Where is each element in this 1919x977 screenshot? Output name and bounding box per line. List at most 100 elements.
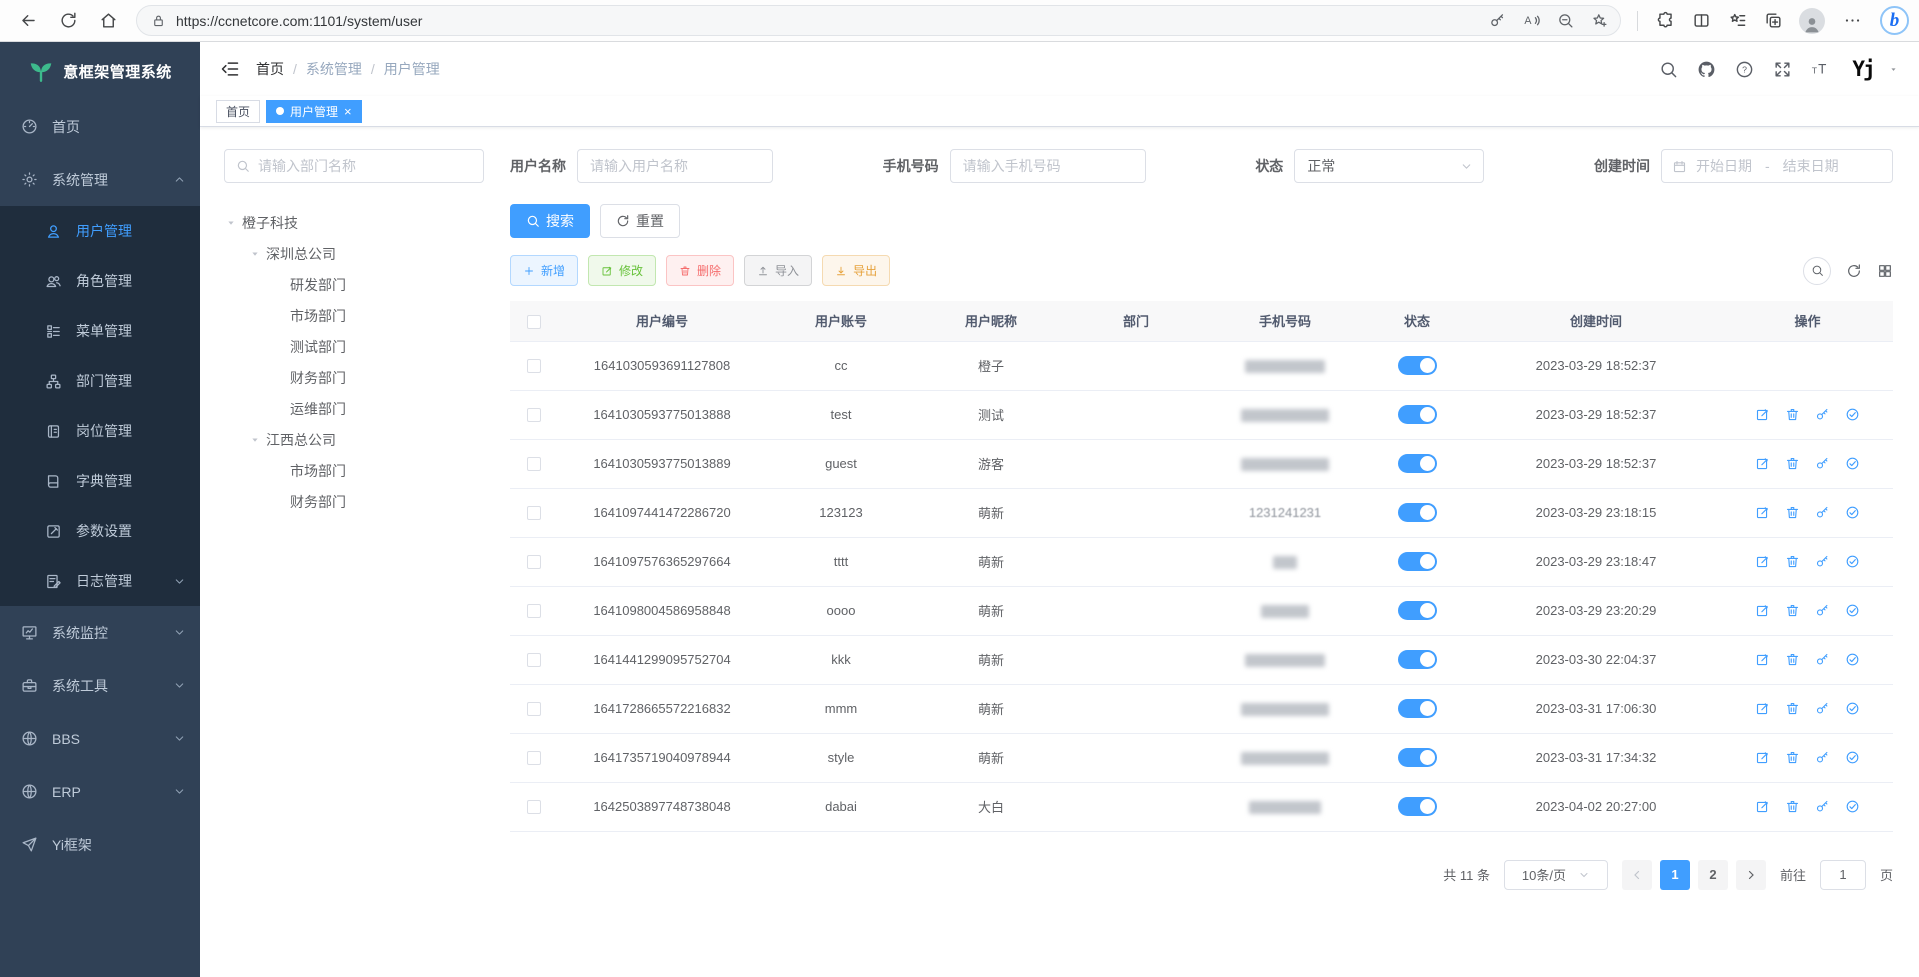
key-icon[interactable] (1815, 407, 1830, 422)
status-toggle[interactable] (1398, 356, 1437, 375)
sidebar-item-9[interactable]: 日志管理 (0, 556, 200, 606)
sidebar-item-6[interactable]: 岗位管理 (0, 406, 200, 456)
sidebar-item-4[interactable]: 菜单管理 (0, 306, 200, 356)
key-icon[interactable] (1815, 456, 1830, 471)
key-icon[interactable] (1815, 652, 1830, 667)
edit-icon[interactable] (1755, 505, 1770, 520)
tree-node-5[interactable]: 财务部门 (224, 362, 484, 393)
sidebar-fold-icon[interactable] (220, 59, 240, 79)
row-checkbox[interactable] (527, 457, 541, 471)
check-circle-icon[interactable] (1845, 701, 1860, 716)
column-header-4[interactable]: 手机号码 (1206, 301, 1364, 341)
search-icon[interactable] (1659, 60, 1678, 79)
trash-icon[interactable] (1785, 652, 1800, 667)
status-toggle[interactable] (1398, 699, 1437, 718)
breadcrumb-item-1[interactable]: 系统管理 (306, 59, 362, 79)
dept-search-input[interactable] (258, 158, 472, 174)
zoom-out-icon[interactable] (1550, 5, 1580, 37)
column-header-3[interactable]: 部门 (1066, 301, 1206, 341)
sidebar-item-12[interactable]: BBS (0, 712, 200, 765)
check-circle-icon[interactable] (1845, 603, 1860, 618)
check-circle-icon[interactable] (1845, 554, 1860, 569)
column-header-5[interactable]: 状态 (1364, 301, 1470, 341)
date-range-picker[interactable]: 开始日期 - 结束日期 (1661, 149, 1893, 183)
user-avatar[interactable]: Yj (1846, 52, 1880, 86)
status-toggle[interactable] (1398, 748, 1437, 767)
status-toggle[interactable] (1398, 405, 1437, 424)
row-checkbox[interactable] (527, 800, 541, 814)
trash-icon[interactable] (1785, 456, 1800, 471)
back-icon[interactable] (10, 5, 46, 37)
row-checkbox[interactable] (527, 604, 541, 618)
key-icon[interactable] (1815, 505, 1830, 520)
refresh-tool-icon[interactable] (1846, 263, 1862, 279)
edit-icon[interactable] (1755, 750, 1770, 765)
add-button[interactable]: 新增 (510, 255, 578, 286)
select-all-checkbox[interactable] (527, 315, 541, 329)
status-toggle[interactable] (1398, 650, 1437, 669)
sidebar-item-7[interactable]: 字典管理 (0, 456, 200, 506)
column-header-6[interactable]: 创建时间 (1470, 301, 1722, 341)
grid-tool-icon[interactable] (1877, 263, 1893, 279)
sidebar-item-10[interactable]: 系统监控 (0, 606, 200, 659)
refresh-icon[interactable] (50, 5, 86, 37)
split-screen-icon[interactable] (1684, 5, 1718, 37)
read-aloud-icon[interactable]: A (1516, 5, 1546, 37)
search-tool-icon[interactable] (1803, 257, 1831, 285)
column-header-2[interactable]: 用户昵称 (916, 301, 1066, 341)
bing-chat-icon[interactable]: b (1880, 6, 1909, 35)
edit-icon[interactable] (1755, 799, 1770, 814)
status-toggle[interactable] (1398, 454, 1437, 473)
key-icon[interactable] (1815, 799, 1830, 814)
key-icon[interactable] (1482, 5, 1512, 37)
favorites-list-icon[interactable] (1720, 5, 1754, 37)
reset-button[interactable]: 重置 (600, 204, 680, 238)
sidebar-item-11[interactable]: 系统工具 (0, 659, 200, 712)
extensions-icon[interactable] (1648, 5, 1682, 37)
home-icon[interactable] (90, 5, 126, 37)
trash-icon[interactable] (1785, 603, 1800, 618)
key-icon[interactable] (1815, 701, 1830, 716)
row-checkbox[interactable] (527, 751, 541, 765)
row-checkbox[interactable] (527, 555, 541, 569)
page-button-1[interactable]: 1 (1660, 860, 1690, 890)
trash-icon[interactable] (1785, 407, 1800, 422)
breadcrumb-item-0[interactable]: 首页 (256, 59, 284, 79)
status-toggle[interactable] (1398, 601, 1437, 620)
check-circle-icon[interactable] (1845, 652, 1860, 667)
row-checkbox[interactable] (527, 702, 541, 716)
edit-icon[interactable] (1755, 456, 1770, 471)
row-checkbox[interactable] (527, 408, 541, 422)
check-circle-icon[interactable] (1845, 750, 1860, 765)
tree-node-0[interactable]: 橙子科技 (224, 207, 484, 238)
close-icon[interactable]: × (344, 105, 352, 118)
key-icon[interactable] (1815, 750, 1830, 765)
font-size-icon[interactable]: TT (1811, 60, 1830, 79)
tree-node-3[interactable]: 市场部门 (224, 300, 484, 331)
status-toggle[interactable] (1398, 797, 1437, 816)
sidebar-item-2[interactable]: 用户管理 (0, 206, 200, 256)
github-icon[interactable] (1697, 60, 1716, 79)
row-checkbox[interactable] (527, 653, 541, 667)
avatar-caret-icon[interactable] (1888, 64, 1899, 75)
prev-page-button[interactable] (1622, 860, 1652, 890)
import-button[interactable]: 导入 (744, 255, 812, 286)
trash-icon[interactable] (1785, 799, 1800, 814)
browser-profile-avatar[interactable] (1799, 8, 1825, 34)
tree-node-6[interactable]: 运维部门 (224, 393, 484, 424)
tree-node-1[interactable]: 深圳总公司 (224, 238, 484, 269)
page-size-select[interactable]: 10条/页 (1504, 860, 1608, 890)
url-text[interactable]: https://ccnetcore.com:1101/system/user (176, 13, 1472, 29)
edit-icon[interactable] (1755, 407, 1770, 422)
check-circle-icon[interactable] (1845, 456, 1860, 471)
tree-node-8[interactable]: 市场部门 (224, 455, 484, 486)
status-toggle[interactable] (1398, 552, 1437, 571)
star-plus-icon[interactable] (1584, 5, 1614, 37)
app-logo[interactable]: 意框架管理系统 (0, 42, 200, 100)
tab-0[interactable]: 首页 (216, 100, 260, 123)
check-circle-icon[interactable] (1845, 505, 1860, 520)
edit-button[interactable]: 修改 (588, 255, 656, 286)
row-checkbox[interactable] (527, 506, 541, 520)
sidebar-item-3[interactable]: 角色管理 (0, 256, 200, 306)
status-toggle[interactable] (1398, 503, 1437, 522)
